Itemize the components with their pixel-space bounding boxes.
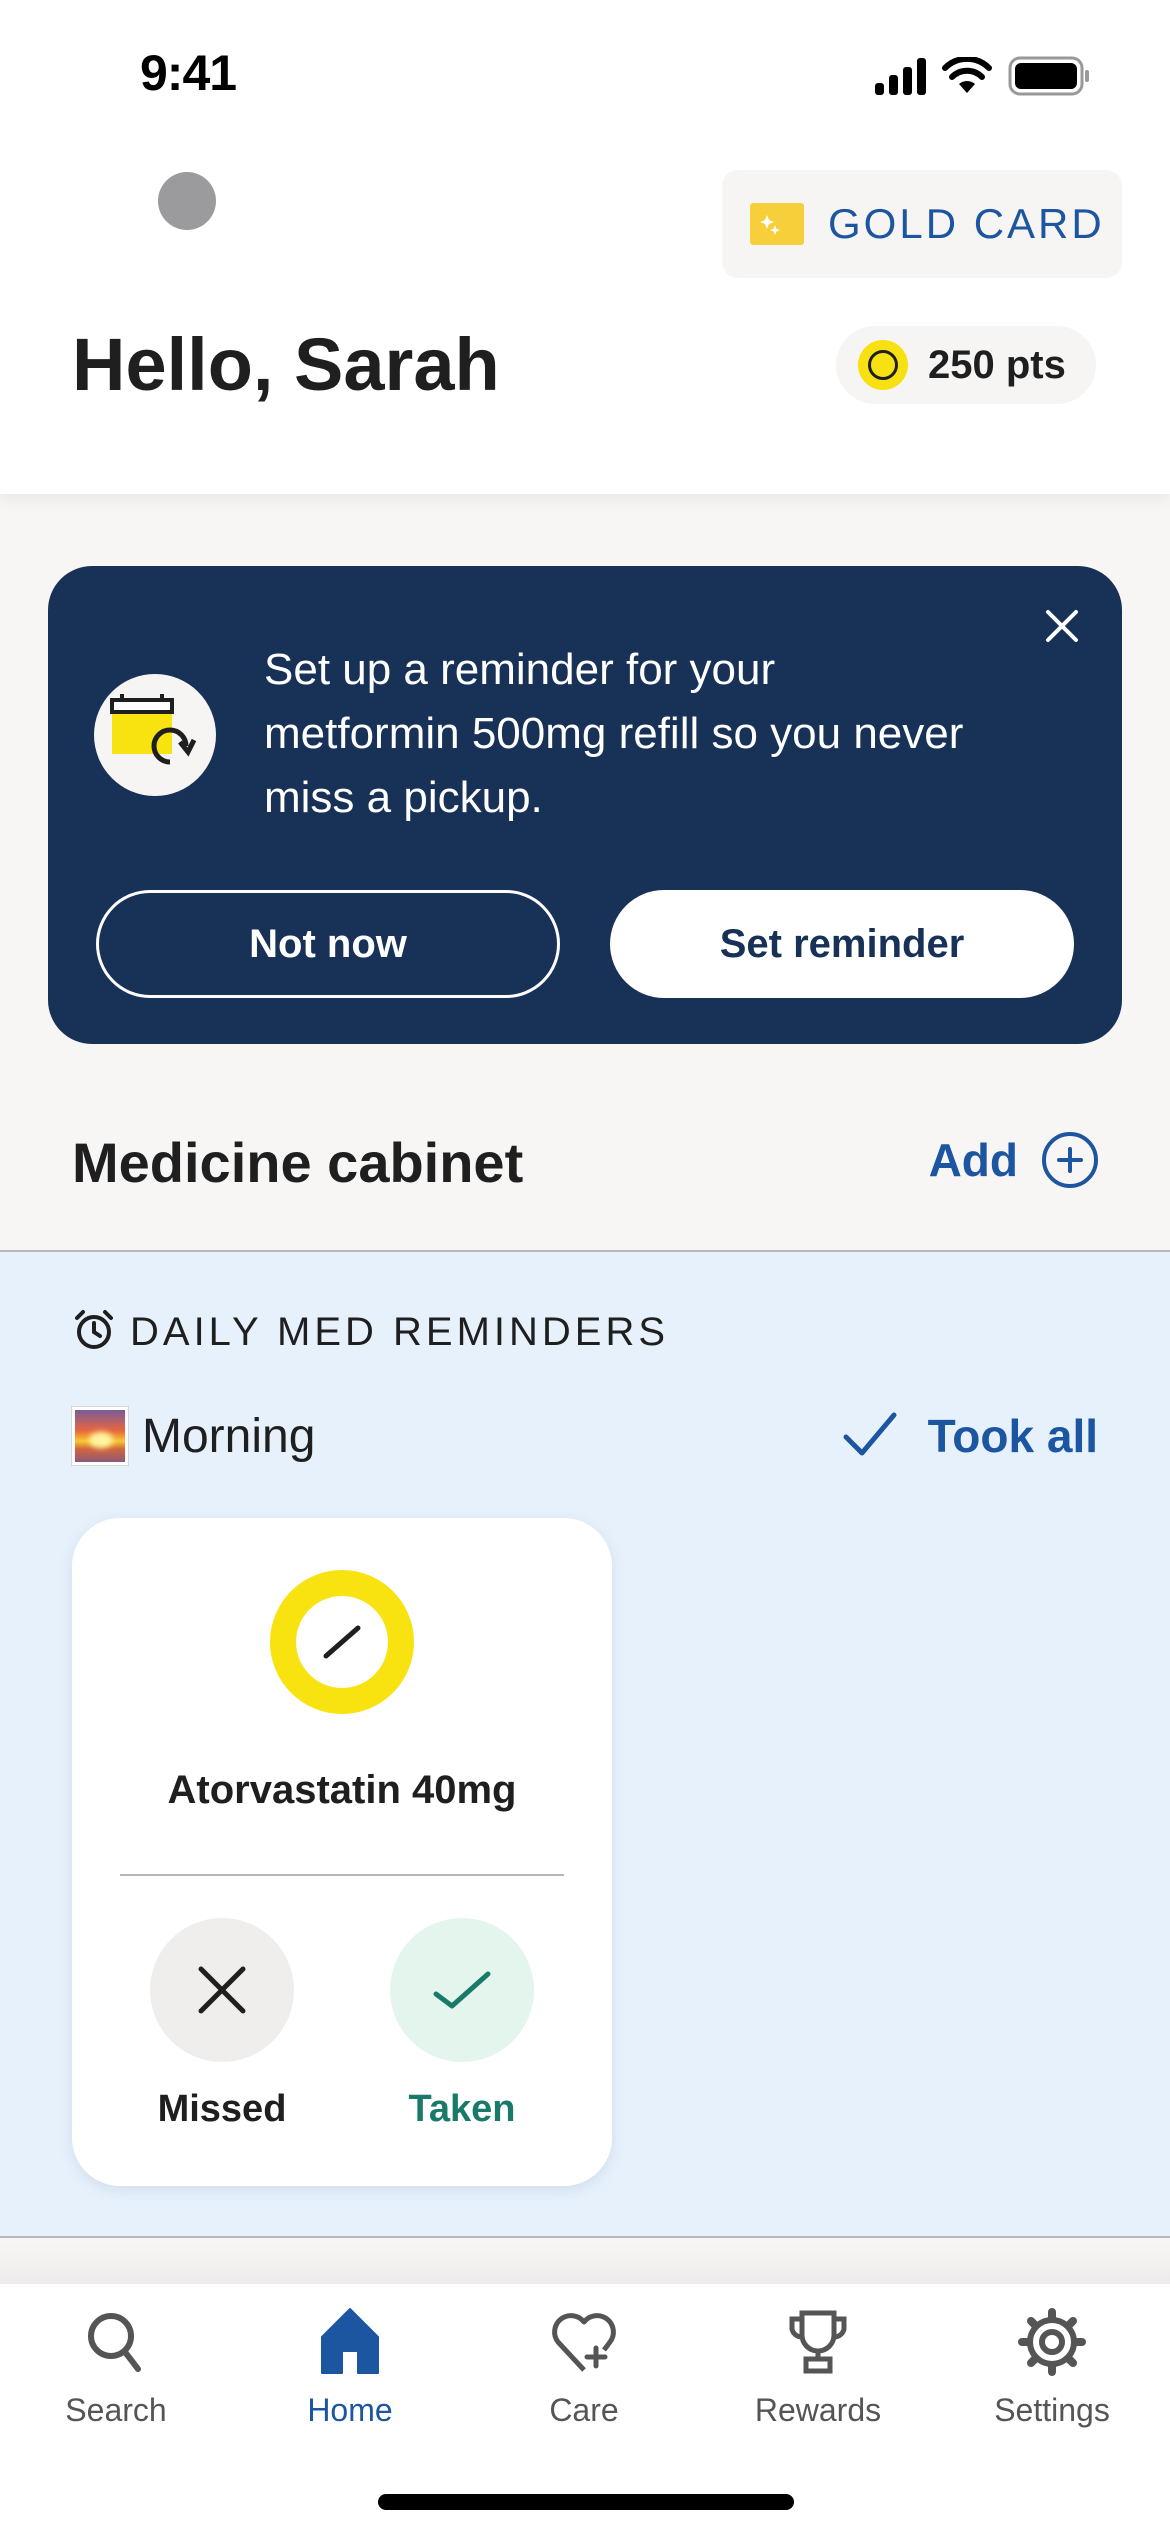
missed-label: Missed bbox=[157, 2088, 287, 2130]
add-medicine-button[interactable]: Add bbox=[929, 1132, 1098, 1188]
tab-label: Search bbox=[65, 2392, 167, 2428]
checkmark-icon bbox=[390, 1918, 534, 2062]
home-indicator bbox=[378, 2494, 794, 2510]
tab-label: Rewards bbox=[754, 2392, 882, 2428]
search-icon bbox=[80, 2306, 152, 2378]
avatar[interactable] bbox=[158, 172, 216, 230]
points-badge[interactable]: 250 pts bbox=[836, 326, 1096, 404]
checkmark-icon bbox=[842, 1411, 898, 1462]
add-label: Add bbox=[928, 1134, 1018, 1186]
medication-name: Atorvastatin 40mg bbox=[167, 1768, 517, 1812]
medicine-cabinet-header: Medicine cabinet Add bbox=[0, 1090, 1170, 1250]
medication-card: Atorvastatin 40mg Missed Taken bbox=[72, 1518, 612, 2186]
tab-label: Home bbox=[307, 2392, 393, 2428]
refill-reminder-banner: Set up a reminder for your metformin 500… bbox=[48, 566, 1122, 1044]
tab-rewards[interactable]: Rewards bbox=[718, 2306, 918, 2429]
tab-label: Settings bbox=[994, 2392, 1110, 2428]
took-all-button[interactable]: Took all bbox=[842, 1409, 1098, 1463]
sunrise-emoji bbox=[72, 1407, 128, 1465]
gear-icon bbox=[1016, 2306, 1088, 2378]
coin-icon bbox=[858, 340, 908, 390]
pill-icon bbox=[270, 1570, 414, 1714]
tab-search[interactable]: Search bbox=[16, 2306, 216, 2429]
gold-card-badge[interactable]: GOLD CARD bbox=[722, 170, 1122, 278]
cellular-signal-icon bbox=[875, 57, 926, 95]
calendar-refill-icon bbox=[94, 674, 216, 796]
content-edge bbox=[0, 2240, 1170, 2284]
status-icons bbox=[875, 56, 1090, 96]
reminders-section-label: DAILY MED REMINDERS bbox=[72, 1308, 669, 1357]
reminders-section-title: DAILY MED REMINDERS bbox=[130, 1310, 670, 1354]
wifi-icon bbox=[942, 57, 992, 95]
battery-icon bbox=[1008, 56, 1090, 96]
taken-label: Taken bbox=[408, 2088, 516, 2130]
tab-care[interactable]: Care bbox=[484, 2306, 684, 2429]
greeting-title: Hello, Sarah bbox=[72, 323, 500, 406]
group-label: Morning bbox=[142, 1409, 316, 1463]
close-icon[interactable] bbox=[1032, 596, 1092, 656]
divider bbox=[120, 1874, 564, 1876]
missed-button[interactable]: Missed bbox=[150, 1918, 294, 2131]
alarm-clock-icon bbox=[72, 1308, 116, 1357]
plus-circle-icon bbox=[1042, 1132, 1098, 1188]
sparkle-card-icon bbox=[750, 203, 804, 245]
daily-med-reminders: DAILY MED REMINDERS Morning Took all Ato… bbox=[0, 1250, 1170, 2238]
took-all-label: Took all bbox=[927, 1410, 1098, 1462]
close-icon bbox=[150, 1918, 294, 2062]
tab-home[interactable]: Home bbox=[250, 2306, 450, 2429]
not-now-button[interactable]: Not now bbox=[96, 890, 560, 998]
tab-settings[interactable]: Settings bbox=[952, 2306, 1152, 2429]
heart-plus-icon bbox=[548, 2306, 620, 2378]
header: 9:41 GOLD CARD Hello, Sarah 250 pts bbox=[0, 0, 1170, 494]
home-icon bbox=[314, 2306, 386, 2378]
trophy-icon bbox=[782, 2306, 854, 2378]
tab-label: Care bbox=[549, 2392, 619, 2428]
home-screen: 9:41 GOLD CARD Hello, Sarah 250 pts Set … bbox=[0, 0, 1170, 2532]
reminder-group-morning: Morning Took all bbox=[72, 1404, 1098, 1468]
banner-message: Set up a reminder for your metformin 500… bbox=[264, 645, 964, 822]
set-reminder-button[interactable]: Set reminder bbox=[610, 890, 1074, 998]
points-label: 250 pts bbox=[928, 342, 1066, 387]
gold-card-label: GOLD CARD bbox=[828, 200, 1105, 247]
medicine-cabinet-title: Medicine cabinet bbox=[72, 1131, 524, 1194]
taken-button[interactable]: Taken bbox=[390, 1918, 534, 2131]
status-time: 9:41 bbox=[140, 45, 237, 101]
